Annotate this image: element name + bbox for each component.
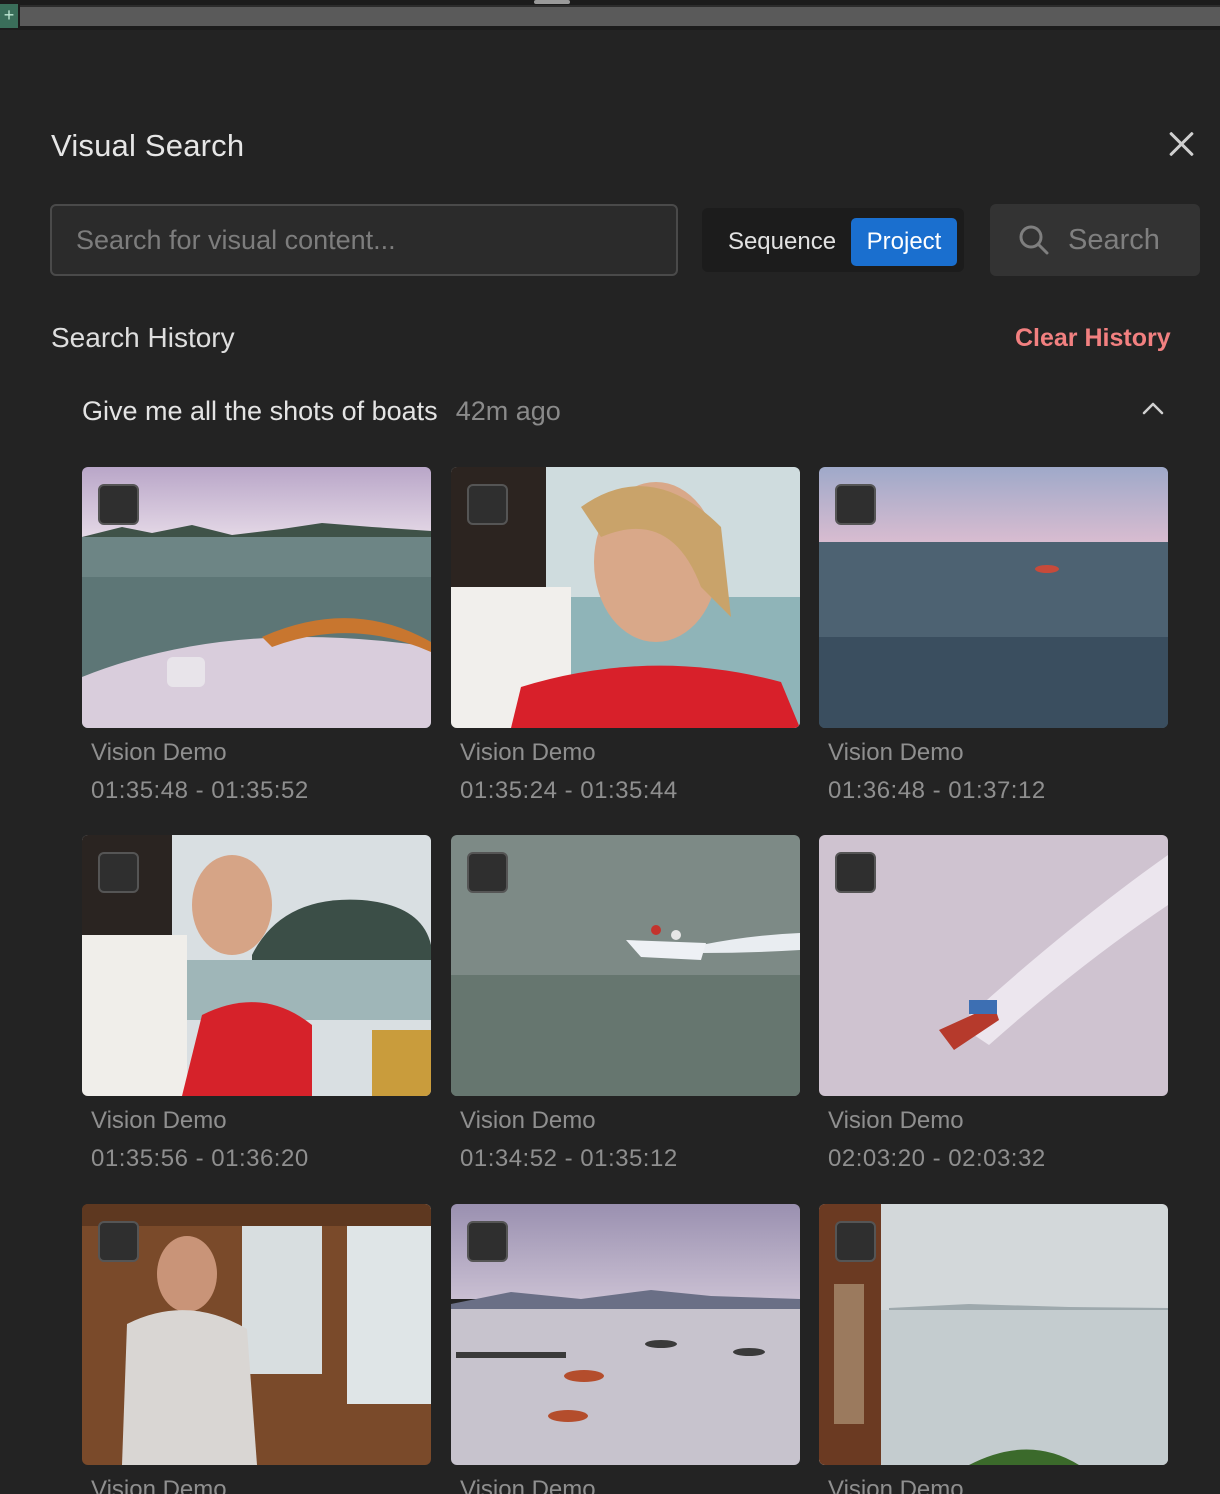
clear-history-button[interactable]: Clear History: [1015, 324, 1171, 353]
timeline-strip: +: [0, 0, 1220, 30]
add-track-icon[interactable]: +: [0, 4, 18, 28]
select-checkbox[interactable]: [98, 1221, 139, 1262]
timeline-track[interactable]: [20, 5, 1220, 26]
result-card[interactable]: Vision Demo: [819, 1204, 1168, 1494]
clip-timecode: 01:36:48 - 01:37:12: [828, 777, 1046, 804]
result-thumbnail[interactable]: [819, 1204, 1168, 1465]
search-input[interactable]: [50, 204, 678, 276]
search-history-title: Search History: [51, 322, 235, 353]
clip-name: Vision Demo: [828, 739, 964, 766]
clip-name: Vision Demo: [460, 1476, 596, 1494]
result-card[interactable]: Vision Demo 01:36:48 - 01:37:12: [819, 467, 1168, 807]
search-button-label: Search: [1068, 224, 1160, 256]
chevron-up-icon[interactable]: [1140, 400, 1166, 416]
result-card[interactable]: Vision Demo 01:35:48 - 01:35:52: [82, 467, 431, 807]
clip-name: Vision Demo: [91, 1476, 227, 1494]
result-thumbnail[interactable]: [451, 467, 800, 728]
select-checkbox[interactable]: [835, 1221, 876, 1262]
visual-search-panel: Visual Search Sequence Project Search Se…: [0, 30, 1220, 1494]
result-thumbnail[interactable]: [819, 835, 1168, 1096]
clip-name: Vision Demo: [91, 1107, 227, 1134]
clip-timecode: 01:35:24 - 01:35:44: [460, 777, 678, 804]
result-thumbnail[interactable]: [451, 1204, 800, 1465]
result-card[interactable]: Vision Demo 01:35:24 - 01:35:44: [451, 467, 800, 807]
search-icon: [1019, 225, 1049, 255]
select-checkbox[interactable]: [98, 852, 139, 893]
playhead[interactable]: [534, 0, 570, 4]
result-card[interactable]: Vision Demo 01:34:52 - 01:35:12: [451, 835, 800, 1175]
select-checkbox[interactable]: [98, 484, 139, 525]
result-card[interactable]: Vision Demo 02:03:20 - 02:03:32: [819, 835, 1168, 1175]
result-card[interactable]: Vision Demo 01:35:56 - 01:36:20: [82, 835, 431, 1175]
clip-name: Vision Demo: [91, 739, 227, 766]
close-icon[interactable]: [1164, 126, 1200, 162]
select-checkbox[interactable]: [835, 484, 876, 525]
history-time-ago: 42m ago: [455, 396, 561, 426]
scope-project-button[interactable]: Project: [851, 218, 957, 266]
clip-name: Vision Demo: [828, 1107, 964, 1134]
select-checkbox[interactable]: [467, 1221, 508, 1262]
panel-title: Visual Search: [51, 128, 245, 163]
result-thumbnail[interactable]: [82, 467, 431, 728]
result-card[interactable]: Vision Demo: [451, 1204, 800, 1494]
result-thumbnail[interactable]: [82, 835, 431, 1096]
clip-name: Vision Demo: [828, 1476, 964, 1494]
select-checkbox[interactable]: [467, 484, 508, 525]
scope-sequence-button[interactable]: Sequence: [712, 218, 852, 266]
result-thumbnail[interactable]: [82, 1204, 431, 1465]
select-checkbox[interactable]: [467, 852, 508, 893]
clip-timecode: 01:35:56 - 01:36:20: [91, 1145, 309, 1172]
history-query: Give me all the shots of boats: [82, 396, 438, 426]
select-checkbox[interactable]: [835, 852, 876, 893]
clip-name: Vision Demo: [460, 739, 596, 766]
result-thumbnail[interactable]: [819, 467, 1168, 728]
scope-toggle: Sequence Project: [702, 208, 964, 272]
result-card[interactable]: Vision Demo: [82, 1204, 431, 1494]
clip-name: Vision Demo: [460, 1107, 596, 1134]
result-thumbnail[interactable]: [451, 835, 800, 1096]
clip-timecode: 01:35:48 - 01:35:52: [91, 777, 309, 804]
clip-timecode: 01:34:52 - 01:35:12: [460, 1145, 678, 1172]
search-button[interactable]: Search: [990, 204, 1200, 276]
history-group-header[interactable]: Give me all the shots of boats 42m ago: [82, 396, 561, 427]
clip-timecode: 02:03:20 - 02:03:32: [828, 1145, 1046, 1172]
